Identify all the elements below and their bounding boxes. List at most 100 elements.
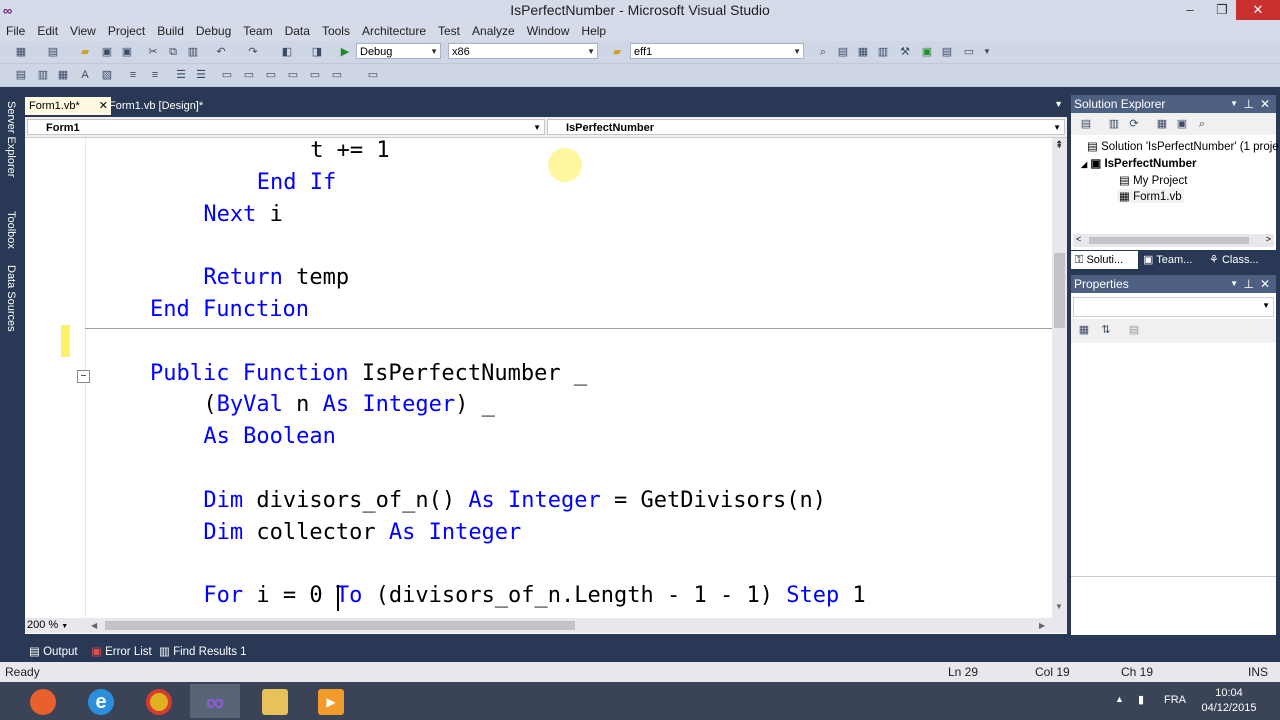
taskbar-media-player[interactable]: ▶ xyxy=(306,684,356,718)
system-clock[interactable]: 10:04 04/12/2015 xyxy=(1198,686,1260,716)
pin-icon[interactable]: ⊥ xyxy=(1244,275,1254,293)
tab-output[interactable]: ▤ Output xyxy=(29,644,78,660)
find-icon[interactable]: ⌕ xyxy=(816,45,830,59)
tab-class-view[interactable]: ⚘ Class... xyxy=(1209,251,1259,269)
scroll-left-icon[interactable]: ◀ xyxy=(91,621,97,630)
menu-test[interactable]: Test xyxy=(432,21,466,38)
horizontal-scrollbar[interactable]: 200 % ▼ ◀ ▶ xyxy=(25,618,1067,633)
scroll-thumb[interactable] xyxy=(1089,237,1249,244)
method-name-combo[interactable]: IsPerfectNumber ▼ xyxy=(547,119,1065,135)
class-name-combo[interactable]: Form1 ▼ xyxy=(27,119,545,135)
scroll-right-icon[interactable]: > xyxy=(1266,234,1271,244)
tab-find-results[interactable]: ▥ Find Results 1 xyxy=(159,644,247,660)
menu-view[interactable]: View xyxy=(64,21,102,38)
menu-architecture[interactable]: Architecture xyxy=(356,21,432,38)
decrease-indent-icon[interactable]: ≡ xyxy=(126,68,140,82)
menu-team[interactable]: Team xyxy=(237,21,278,38)
maximize-button[interactable]: ❐ xyxy=(1208,0,1236,20)
collapse-outline-icon[interactable]: − xyxy=(77,370,90,383)
next-bookmark-folder-icon[interactable]: ▭ xyxy=(308,68,322,82)
show-all-files-icon[interactable]: ▥ xyxy=(1107,117,1121,131)
solution-horizontal-scrollbar[interactable]: < > xyxy=(1073,234,1274,247)
clear-bookmarks-icon[interactable]: ▭ xyxy=(330,68,344,82)
zoom-combo[interactable]: 200 % ▼ xyxy=(27,618,77,632)
scroll-left-icon[interactable]: < xyxy=(1076,234,1081,244)
menu-help[interactable]: Help xyxy=(575,21,612,38)
close-icon[interactable]: ✕ xyxy=(1260,275,1270,293)
side-tab-toolbox[interactable]: Toolbox xyxy=(1,211,17,249)
tab-form1-vb[interactable]: Form1.vb* ✕ xyxy=(25,97,111,115)
view-class-diagram-icon[interactable]: ⌕ xyxy=(1195,117,1209,131)
start-page-icon[interactable]: ▣ xyxy=(920,45,934,59)
next-bookmark-icon[interactable]: ▭ xyxy=(264,68,278,82)
redo-icon[interactable]: ↷ xyxy=(246,45,260,59)
tab-solution-explorer[interactable]: ⚿ Soluti... xyxy=(1071,251,1138,269)
taskbar-visual-studio[interactable]: ∞ xyxy=(190,684,240,718)
find-combo[interactable]: eff1 ▼ xyxy=(630,43,804,59)
view-designer-icon[interactable]: ▣ xyxy=(1175,117,1189,131)
menu-edit[interactable]: Edit xyxy=(31,21,64,38)
previous-bookmark-icon[interactable]: ▭ xyxy=(242,68,256,82)
bookmark-icon[interactable]: ▧ xyxy=(100,68,114,82)
previous-bookmark-folder-icon[interactable]: ▭ xyxy=(286,68,300,82)
paste-icon[interactable]: ▥ xyxy=(186,45,200,59)
show-hidden-icons-icon[interactable]: ▲ xyxy=(1115,694,1124,704)
split-window-icon[interactable]: ⇞ xyxy=(1055,140,1063,151)
tab-error-list[interactable]: ▣ Error List xyxy=(91,644,152,660)
network-icon[interactable]: ▮ xyxy=(1138,693,1144,706)
open-file-icon[interactable]: ▰ xyxy=(78,45,92,59)
pin-icon[interactable]: ⊥ xyxy=(1244,95,1254,113)
toolbar-overflow-icon[interactable]: ▭ xyxy=(366,68,380,82)
refresh-icon[interactable]: ⟳ xyxy=(1127,117,1141,131)
tab-list-dropdown-icon[interactable]: ▼ xyxy=(1054,99,1063,109)
display-object-member-list-icon[interactable]: ▤ xyxy=(14,68,28,82)
tab-team-explorer[interactable]: ▣ Team... xyxy=(1143,251,1192,269)
start-debugging-icon[interactable]: ▶ xyxy=(338,45,352,59)
tab-form1-design[interactable]: Form1.vb [Design]* xyxy=(105,97,233,115)
new-project-icon[interactable]: ▦ xyxy=(14,45,28,59)
display-quick-info-icon[interactable]: ▦ xyxy=(56,68,70,82)
cut-icon[interactable]: ✂ xyxy=(146,45,160,59)
minimize-button[interactable]: – xyxy=(1172,0,1208,20)
object-browser-icon[interactable]: ▥ xyxy=(876,45,890,59)
taskbar-file-explorer[interactable] xyxy=(250,684,300,718)
tree-item-project[interactable]: ◢ ▣ IsPerfectNumber xyxy=(1081,156,1196,170)
toggle-bookmark-icon[interactable]: ▭ xyxy=(220,68,234,82)
toolbox-icon[interactable]: ⚒ xyxy=(898,45,912,59)
categorized-icon[interactable]: ▦ xyxy=(1077,323,1091,337)
navigate-forward-icon[interactable]: ◨ xyxy=(310,45,324,59)
input-language[interactable]: FRA xyxy=(1164,694,1186,706)
add-item-icon[interactable]: ▤ xyxy=(46,45,60,59)
copy-icon[interactable]: ⧉ xyxy=(166,45,180,59)
command-window-icon[interactable]: ▭ xyxy=(962,45,976,59)
display-word-completion-icon[interactable]: A xyxy=(78,68,92,82)
solution-explorer-icon[interactable]: ▤ xyxy=(836,45,850,59)
menu-window[interactable]: Window xyxy=(521,21,576,38)
expander-icon[interactable]: ◢ xyxy=(1081,160,1087,169)
horizontal-scroll-thumb[interactable] xyxy=(105,621,575,630)
close-button[interactable]: ✕ xyxy=(1236,0,1280,20)
properties-icon[interactable]: ▤ xyxy=(1079,117,1093,131)
alphabetical-icon[interactable]: ⇅ xyxy=(1099,323,1113,337)
increase-indent-icon[interactable]: ≡ xyxy=(148,68,162,82)
object-selector-combo[interactable]: ▼ xyxy=(1073,297,1274,317)
toolbar-options-icon[interactable]: ▼ xyxy=(980,45,994,59)
window-position-icon[interactable]: ▼ xyxy=(1230,95,1238,113)
undo-icon[interactable]: ↶ xyxy=(214,45,228,59)
save-icon[interactable]: ▣ xyxy=(100,45,114,59)
menu-data[interactable]: Data xyxy=(279,21,316,38)
vertical-scroll-thumb[interactable] xyxy=(1054,253,1065,328)
taskbar-firefox[interactable] xyxy=(18,684,68,718)
vertical-scrollbar[interactable]: ⇞ ▼ xyxy=(1052,138,1067,618)
find-in-files-icon[interactable]: ▰ xyxy=(610,45,624,59)
close-icon[interactable]: ✕ xyxy=(1260,95,1270,113)
side-tab-server-explorer[interactable]: Server Explorer xyxy=(1,101,17,177)
properties-window-icon[interactable]: ▦ xyxy=(856,45,870,59)
side-tab-data-sources[interactable]: Data Sources xyxy=(1,265,17,332)
code-text-area[interactable]: − t += 1 End If Next i Return temp End Funct… xyxy=(25,138,1052,618)
comment-out-icon[interactable]: ☰ xyxy=(174,68,188,82)
taskbar-chrome[interactable] xyxy=(134,684,184,718)
menu-build[interactable]: Build xyxy=(151,21,190,38)
menu-debug[interactable]: Debug xyxy=(190,21,237,38)
save-all-icon[interactable]: ▣ xyxy=(120,45,134,59)
